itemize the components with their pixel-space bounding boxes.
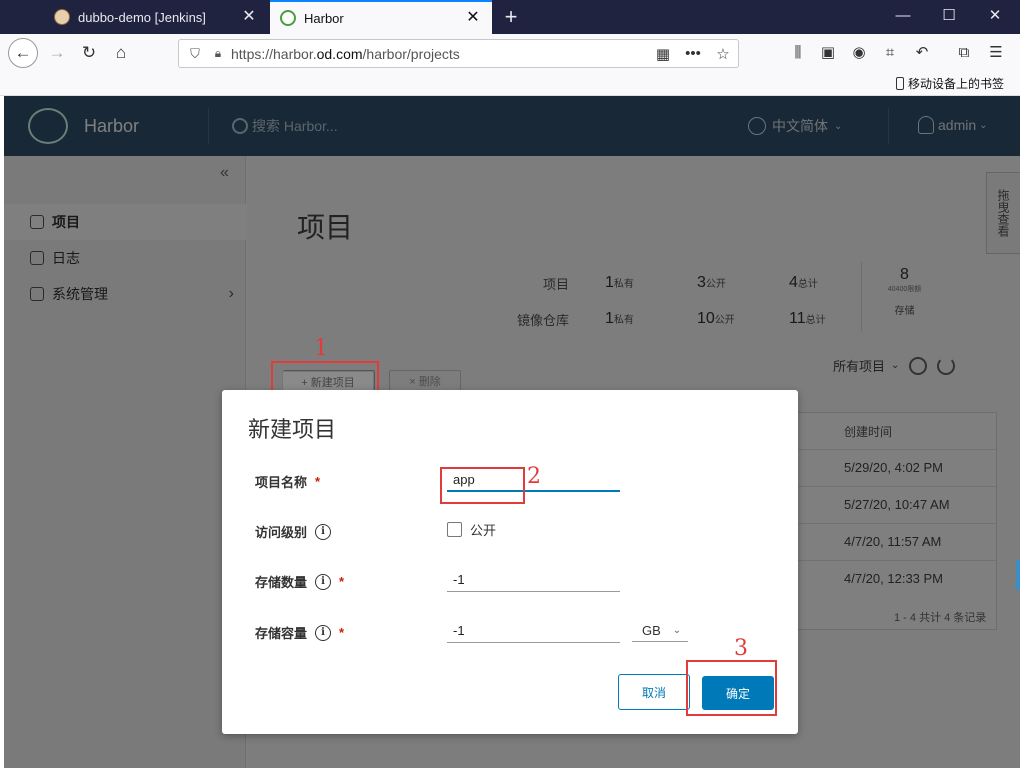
window-close-icon[interactable]: ✕ xyxy=(972,0,1018,34)
mobile-bookmarks[interactable]: 移动设备上的书签 xyxy=(895,75,1004,92)
home-icon[interactable]: ⌂ xyxy=(106,38,136,68)
browser-tab-bar: dubbo-demo [Jenkins] ✕ Harbor ✕ + — ☐ ✕ xyxy=(0,0,1020,34)
project-name-label: 项目名称 * xyxy=(255,474,321,490)
new-tab-icon[interactable]: + xyxy=(498,4,524,30)
annotation-number-1: 1 xyxy=(314,336,328,361)
dialog-title: 新建项目 xyxy=(248,417,337,442)
info-icon[interactable]: i xyxy=(315,624,332,641)
tab-label: Harbor xyxy=(304,10,344,26)
tab-jenkins[interactable]: dubbo-demo [Jenkins] ✕ xyxy=(44,0,268,34)
jenkins-icon xyxy=(54,9,70,25)
storage-capacity-input[interactable] xyxy=(447,619,620,643)
annotation-box-2 xyxy=(440,467,525,504)
reload-icon[interactable]: ↻ xyxy=(74,38,104,68)
browser-nav-bar: ← → ↻ ⌂ ⛉ 🔒︎ https://harbor.od.com/harbo… xyxy=(0,34,1020,72)
screenshot-icon[interactable]: ⌗ xyxy=(876,38,904,68)
url-text[interactable]: https://harbor.od.com/harbor/projects xyxy=(229,46,648,62)
more-icon[interactable]: ••• xyxy=(678,45,708,62)
public-label: 公开 xyxy=(470,523,497,538)
bookmark-star-icon[interactable]: ☆ xyxy=(708,45,738,63)
lock-icon[interactable]: 🔒︎ xyxy=(207,46,229,61)
tab-label: dubbo-demo [Jenkins] xyxy=(78,9,206,25)
background-window-edge xyxy=(1016,560,1020,590)
access-level-label: 访问级别 i xyxy=(255,522,332,541)
required-marker: * xyxy=(315,474,321,489)
capacity-unit-select[interactable]: GB ⌄ xyxy=(632,620,688,642)
chevron-down-icon: ⌄ xyxy=(672,625,682,636)
storage-capacity-label: 存储容量 i * xyxy=(255,624,345,641)
close-icon[interactable]: ✕ xyxy=(464,9,482,27)
sidebar-icon[interactable]: ▣ xyxy=(814,38,842,68)
required-marker: * xyxy=(339,625,345,640)
library-icon[interactable]: ⫼ xyxy=(784,38,812,68)
required-marker: * xyxy=(339,574,345,589)
qr-code-icon[interactable]: ▦ xyxy=(648,45,678,63)
extensions-icon[interactable]: ⧉ xyxy=(950,38,978,68)
url-bar[interactable]: ⛉ 🔒︎ https://harbor.od.com/harbor/projec… xyxy=(178,39,739,68)
phone-icon xyxy=(895,77,904,90)
mobile-bookmarks-label: 移动设备上的书签 xyxy=(907,77,1004,91)
shield-icon: ⛉ xyxy=(190,45,200,61)
maximize-icon[interactable]: ☐ xyxy=(926,0,972,34)
public-checkbox-wrap[interactable]: 公开 xyxy=(447,520,496,539)
annotation-number-3: 3 xyxy=(734,636,748,661)
undo-icon[interactable]: ↶ xyxy=(908,38,936,68)
storage-count-input[interactable] xyxy=(447,568,620,592)
info-icon[interactable]: i xyxy=(315,523,332,540)
annotation-number-2: 2 xyxy=(527,464,541,489)
unit-value: GB xyxy=(642,623,661,638)
annotation-box-3 xyxy=(686,660,777,716)
cancel-button[interactable]: 取消 xyxy=(618,674,690,710)
forward-icon[interactable]: → xyxy=(42,38,72,68)
public-checkbox[interactable] xyxy=(447,522,462,537)
bookmarks-bar: 移动设备上的书签 xyxy=(0,72,1020,96)
minimize-icon[interactable]: — xyxy=(880,0,926,34)
info-icon[interactable]: i xyxy=(315,573,332,590)
tab-harbor[interactable]: Harbor ✕ xyxy=(270,0,492,34)
back-icon[interactable]: ← xyxy=(8,38,38,68)
menu-icon[interactable]: ☰ xyxy=(982,38,1010,68)
harbor-icon xyxy=(280,10,296,26)
close-icon[interactable]: ✕ xyxy=(240,8,258,26)
storage-count-label: 存储数量 i * xyxy=(255,573,345,590)
account-icon[interactable]: ◉ xyxy=(845,38,873,68)
